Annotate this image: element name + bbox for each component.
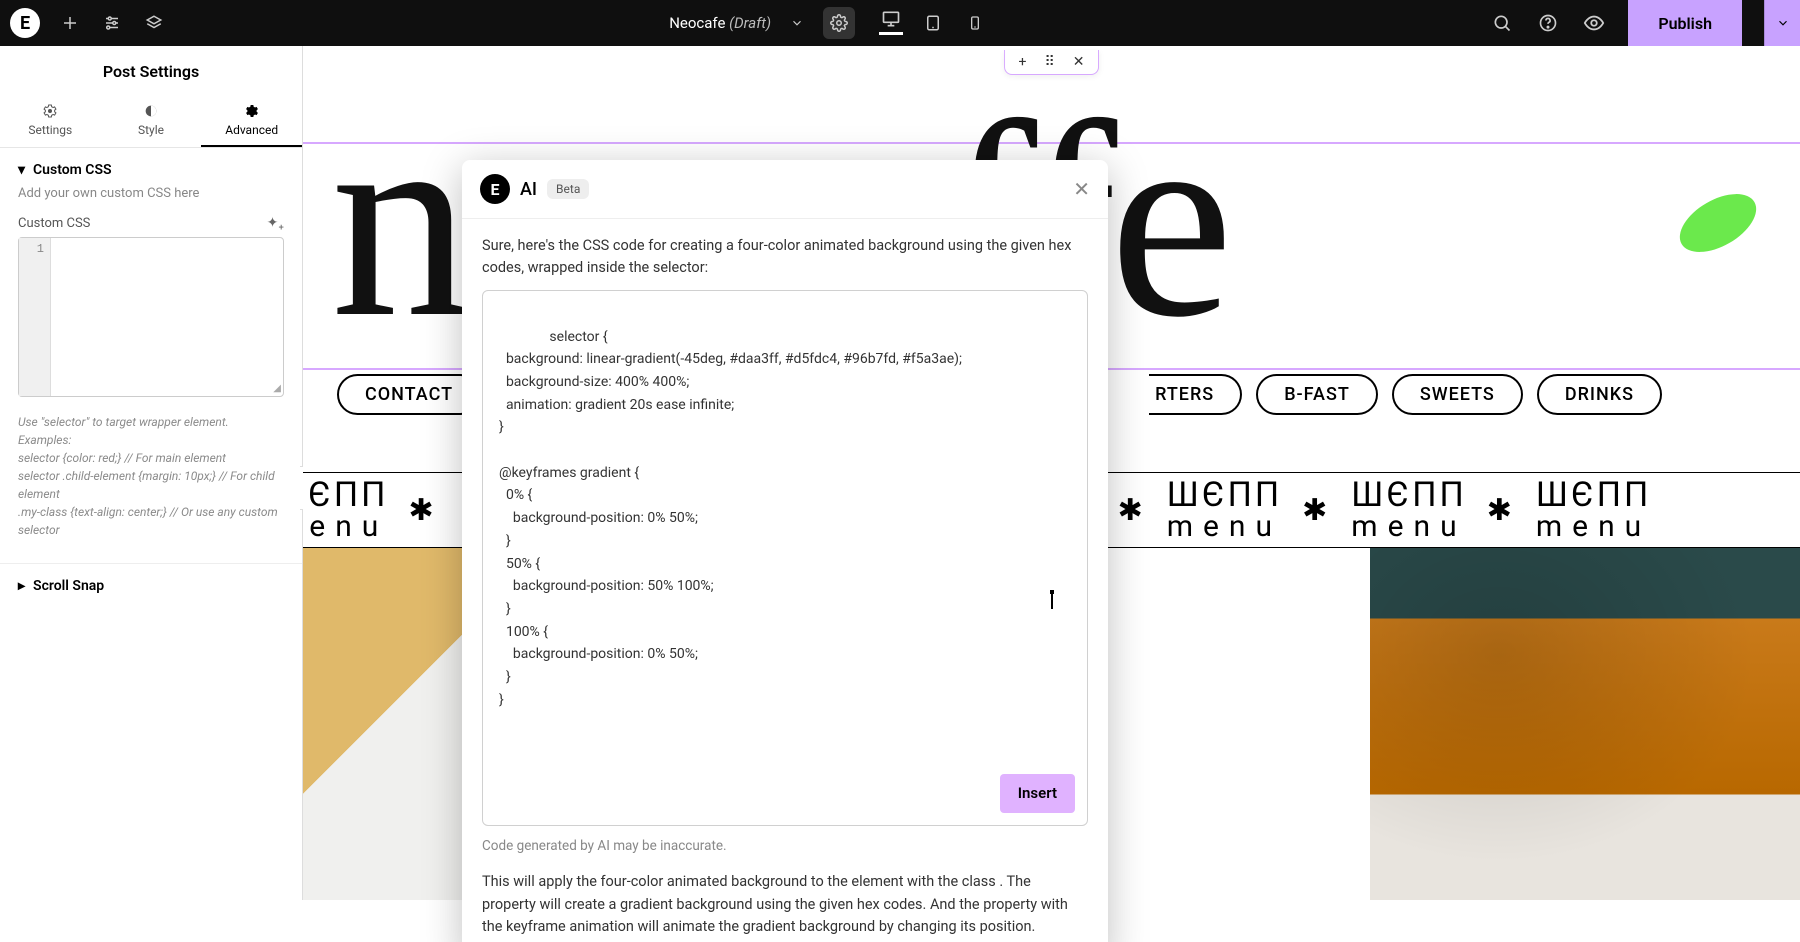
search-icon[interactable] xyxy=(1490,11,1514,35)
custom-css-body: Add your own custom CSS here Custom CSS … xyxy=(0,186,302,551)
editor-textarea[interactable]: ◢ xyxy=(51,238,283,396)
sidebar-panel: Post Settings Settings Style Advanced ▾ … xyxy=(0,46,303,900)
field-label: Custom CSS xyxy=(18,216,90,231)
chevron-down-icon[interactable] xyxy=(785,11,809,35)
ai-explanation: This will apply the four-color animated … xyxy=(482,871,1088,938)
publish-button[interactable]: Publish xyxy=(1628,0,1742,46)
ai-modal-title: AI xyxy=(520,179,537,200)
ai-modal-body: Sure, here's the CSS code for creating a… xyxy=(462,219,1108,942)
add-icon[interactable] xyxy=(58,11,82,35)
photo-right[interactable] xyxy=(1370,548,1800,900)
insert-button[interactable]: Insert xyxy=(1000,774,1075,813)
section-scroll-snap[interactable]: ▸ Scroll Snap xyxy=(0,563,302,602)
ai-modal-header: E AI Beta ✕ xyxy=(462,160,1108,219)
caret-right-icon: ▸ xyxy=(18,578,25,594)
publish-dropdown-icon[interactable] xyxy=(1764,0,1800,46)
close-icon[interactable]: ✕ xyxy=(1073,177,1090,201)
panel-tabs: Settings Style Advanced xyxy=(0,97,302,148)
ai-logo-icon: E xyxy=(480,174,510,204)
tab-style[interactable]: Style xyxy=(101,97,202,147)
ai-intro-text: Sure, here's the CSS code for creating a… xyxy=(482,235,1088,280)
beta-badge: Beta xyxy=(547,179,589,199)
custom-css-editor[interactable]: 1 ◢ xyxy=(18,237,284,397)
desktop-icon[interactable] xyxy=(879,11,903,35)
ai-code-output[interactable]: selector { background: linear-gradient(-… xyxy=(482,290,1088,826)
elementor-logo-icon[interactable]: E xyxy=(10,8,40,38)
help-icon[interactable] xyxy=(1536,11,1560,35)
text-cursor-icon xyxy=(1051,591,1053,609)
ai-sparkle-icon[interactable]: ✦₊ xyxy=(267,215,284,231)
tablet-icon[interactable] xyxy=(921,11,945,35)
layers-icon[interactable] xyxy=(142,11,166,35)
custom-css-help: Use "selector" to target wrapper element… xyxy=(18,413,284,539)
mobile-icon[interactable] xyxy=(963,11,987,35)
tab-advanced[interactable]: Advanced xyxy=(201,97,302,147)
tab-settings[interactable]: Settings xyxy=(0,97,101,147)
top-bar: E Neocafe (Draft) xyxy=(0,0,1800,46)
caret-down-icon: ▾ xyxy=(18,162,25,178)
nav-pill-sweets[interactable]: SWEETS xyxy=(1392,374,1523,415)
page-settings-icon[interactable] xyxy=(823,7,855,39)
ai-disclaimer: Code generated by AI may be inaccurate. xyxy=(482,836,1088,857)
nav-pill-bfast[interactable]: B-FAST xyxy=(1256,374,1378,415)
ai-modal: E AI Beta ✕ Sure, here's the CSS code fo… xyxy=(462,160,1108,942)
section-custom-css[interactable]: ▾ Custom CSS xyxy=(0,148,302,186)
settings-sliders-icon[interactable] xyxy=(100,11,124,35)
topbar-right: Publish xyxy=(1490,0,1800,46)
photo-left[interactable] xyxy=(303,548,463,900)
topbar-center: Neocafe (Draft) xyxy=(166,7,1490,39)
nav-pill-contact[interactable]: CONTACT xyxy=(337,374,481,415)
custom-css-hint: Add your own custom CSS here xyxy=(18,186,284,201)
nav-pill-starters[interactable]: RTERS xyxy=(1149,374,1242,415)
document-title[interactable]: Neocafe (Draft) xyxy=(669,14,771,32)
nav-pill-drinks[interactable]: DRINKS xyxy=(1537,374,1662,415)
preview-eye-icon[interactable] xyxy=(1582,11,1606,35)
editor-gutter: 1 xyxy=(19,238,51,396)
panel-title: Post Settings xyxy=(0,46,302,97)
device-switcher xyxy=(879,11,987,35)
resize-handle-icon[interactable]: ◢ xyxy=(273,383,281,394)
topbar-left: E xyxy=(0,8,166,38)
